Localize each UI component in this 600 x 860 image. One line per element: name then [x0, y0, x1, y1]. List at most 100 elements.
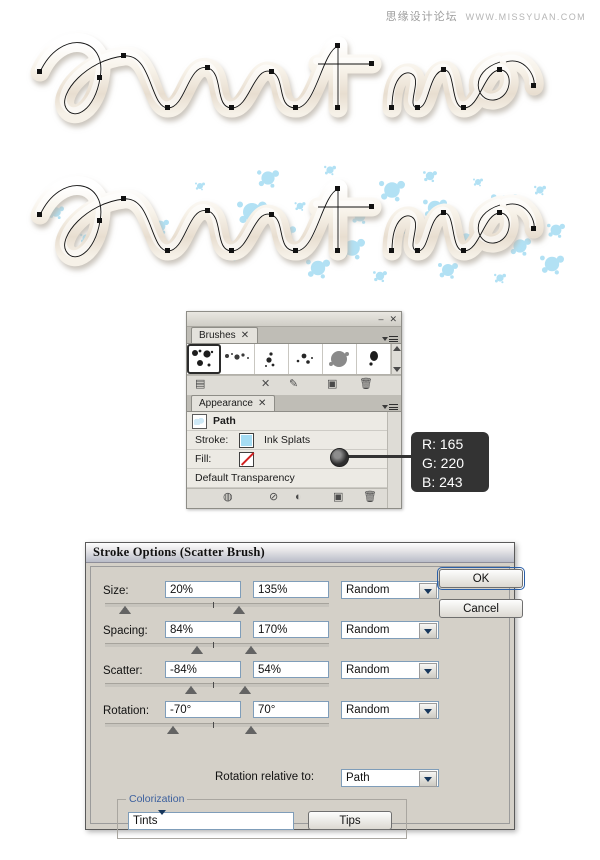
- scroll-down-icon[interactable]: [392, 367, 401, 372]
- reduce-to-basic-appearance-icon[interactable]: ◐: [295, 492, 302, 503]
- cancel-button[interactable]: Cancel: [439, 599, 523, 618]
- chevron-down-icon[interactable]: [157, 810, 166, 827]
- brush-swatch-3[interactable]: [255, 344, 289, 374]
- scatter-mode-select[interactable]: Random: [341, 661, 439, 679]
- chevron-down-icon: [382, 337, 388, 341]
- brush-list-scrollbar[interactable]: [391, 344, 401, 374]
- appearance-panel-body: Path Stroke: Ink Splats Fill: Default Tr…: [187, 412, 401, 508]
- minimize-icon[interactable]: –: [378, 314, 383, 324]
- size-slider[interactable]: [105, 601, 329, 615]
- spacing-max-input[interactable]: 170%: [253, 621, 329, 638]
- remove-brush-stroke-icon[interactable]: ✕: [261, 379, 270, 390]
- size-min-handle[interactable]: [119, 606, 131, 614]
- size-min-input[interactable]: 20%: [165, 581, 241, 598]
- size-max-handle[interactable]: [233, 606, 245, 614]
- colorization-method-select[interactable]: Tints: [128, 810, 294, 830]
- spacing-mode-select[interactable]: Random: [341, 621, 439, 639]
- colorization-group: Colorization Tints Tips: [117, 793, 407, 839]
- clear-appearance-icon[interactable]: ⊘: [269, 492, 278, 503]
- brushes-panel-body: ▤ ✕ ✎ ▣ 🗑: [187, 344, 401, 395]
- rotation-max-handle[interactable]: [245, 726, 257, 734]
- rgb-green-value: G: 220: [422, 455, 465, 471]
- brush-swatch-1[interactable]: [187, 344, 221, 374]
- rotation-mode-select[interactable]: Random: [341, 701, 439, 719]
- rotation-relative-select[interactable]: Path: [341, 769, 439, 787]
- scroll-up-icon[interactable]: [392, 346, 401, 351]
- tab-appearance-label: Appearance: [199, 398, 253, 409]
- appearance-panel-menu-button[interactable]: [382, 404, 398, 410]
- appearance-panel-footer: ◍ ⊘ ◐ ▣ 🗑: [187, 488, 387, 508]
- stroke-color-swatch[interactable]: [239, 432, 254, 448]
- brush-thumb-1: [192, 349, 214, 367]
- fill-label: Fill:: [195, 453, 212, 465]
- brushes-tab-row: Brushes ✕: [187, 327, 401, 344]
- rotation-slider[interactable]: [105, 721, 329, 735]
- brush-thumb-6: [369, 351, 378, 366]
- rotation-min-handle[interactable]: [167, 726, 179, 734]
- spacing-max-handle[interactable]: [245, 646, 257, 654]
- rotation-min-input[interactable]: -70°: [165, 701, 241, 718]
- chevron-down-icon[interactable]: [419, 623, 437, 639]
- tab-appearance[interactable]: Appearance ✕: [191, 395, 276, 411]
- artwork-plain-lettering: [0, 12, 600, 157]
- close-icon[interactable]: ✕: [258, 398, 266, 409]
- field-row-spacing: Spacing: 84% 170% Random: [103, 619, 497, 659]
- opacity-toggle-icon[interactable]: ◍: [223, 492, 233, 503]
- hamburger-icon: [389, 404, 398, 410]
- spacing-mode-value: Random: [346, 624, 390, 636]
- scatter-max-handle[interactable]: [239, 686, 251, 694]
- scatter-min-input[interactable]: -84%: [165, 661, 241, 678]
- duplicate-item-icon[interactable]: ▣: [333, 492, 343, 503]
- spacing-slider[interactable]: [105, 641, 329, 655]
- size-mode-select[interactable]: Random: [341, 581, 439, 599]
- chevron-down-icon[interactable]: [419, 703, 437, 719]
- callout-knob: [330, 448, 349, 467]
- appearance-fill-row[interactable]: Fill:: [187, 450, 387, 469]
- scatter-max-input[interactable]: 54%: [253, 661, 329, 678]
- brushes-panel-menu-button[interactable]: [382, 336, 398, 342]
- close-icon[interactable]: ✕: [389, 314, 397, 324]
- appearance-target-row[interactable]: Path: [187, 412, 387, 431]
- slider-tick: [213, 722, 214, 728]
- appearance-stroke-row[interactable]: Stroke: Ink Splats: [187, 431, 387, 450]
- rotation-mode-value: Random: [346, 704, 390, 716]
- delete-item-icon[interactable]: 🗑: [363, 492, 377, 503]
- appearance-transparency-row[interactable]: Default Transparency: [187, 469, 387, 488]
- new-brush-icon[interactable]: ▣: [327, 379, 337, 390]
- artwork-top-svg: [0, 12, 600, 157]
- delete-brush-icon[interactable]: 🗑: [359, 379, 373, 390]
- options-of-selected-object-icon[interactable]: ✎: [289, 379, 298, 390]
- tab-brushes-label: Brushes: [199, 330, 236, 341]
- brush-swatch-2[interactable]: [221, 344, 255, 374]
- callout-line: [340, 455, 414, 458]
- tips-button[interactable]: Tips: [308, 811, 392, 830]
- scatter-min-handle[interactable]: [185, 686, 197, 694]
- tab-brushes[interactable]: Brushes ✕: [191, 327, 259, 343]
- rotation-relative-value: Path: [346, 772, 370, 784]
- size-max-input[interactable]: 135%: [253, 581, 329, 598]
- chevron-down-icon[interactable]: [419, 663, 437, 679]
- scatter-mode-value: Random: [346, 664, 390, 676]
- ok-button[interactable]: OK: [437, 567, 525, 590]
- spacing-min-handle[interactable]: [191, 646, 203, 654]
- slider-track: [105, 723, 329, 727]
- dialog-title: Stroke Options (Scatter Brush): [86, 543, 514, 563]
- rotation-label: Rotation:: [103, 705, 150, 717]
- chevron-down-icon[interactable]: [419, 583, 437, 599]
- artwork-with-scatter-brush: [0, 160, 600, 300]
- path-thumbnail-icon: [192, 413, 207, 429]
- fill-none-swatch-icon[interactable]: [239, 451, 254, 467]
- appearance-scrollbar[interactable]: [387, 412, 401, 508]
- brush-swatch-5[interactable]: [323, 344, 357, 374]
- scatter-slider[interactable]: [105, 681, 329, 695]
- close-icon[interactable]: ✕: [241, 330, 249, 341]
- brush-thumb-2: [225, 353, 249, 360]
- chevron-down-icon[interactable]: [419, 771, 437, 787]
- slider-track: [105, 603, 329, 607]
- brush-swatch-6[interactable]: [357, 344, 391, 374]
- spacing-min-input[interactable]: 84%: [165, 621, 241, 638]
- brush-libraries-icon[interactable]: ▤: [195, 379, 205, 390]
- illustrator-panel-group: – ✕ Brushes ✕ ▤ ✕ ✎ ▣ 🗑 Appearance ✕ Pat…: [186, 311, 402, 509]
- brush-swatch-4[interactable]: [289, 344, 323, 374]
- rotation-max-input[interactable]: 70°: [253, 701, 329, 718]
